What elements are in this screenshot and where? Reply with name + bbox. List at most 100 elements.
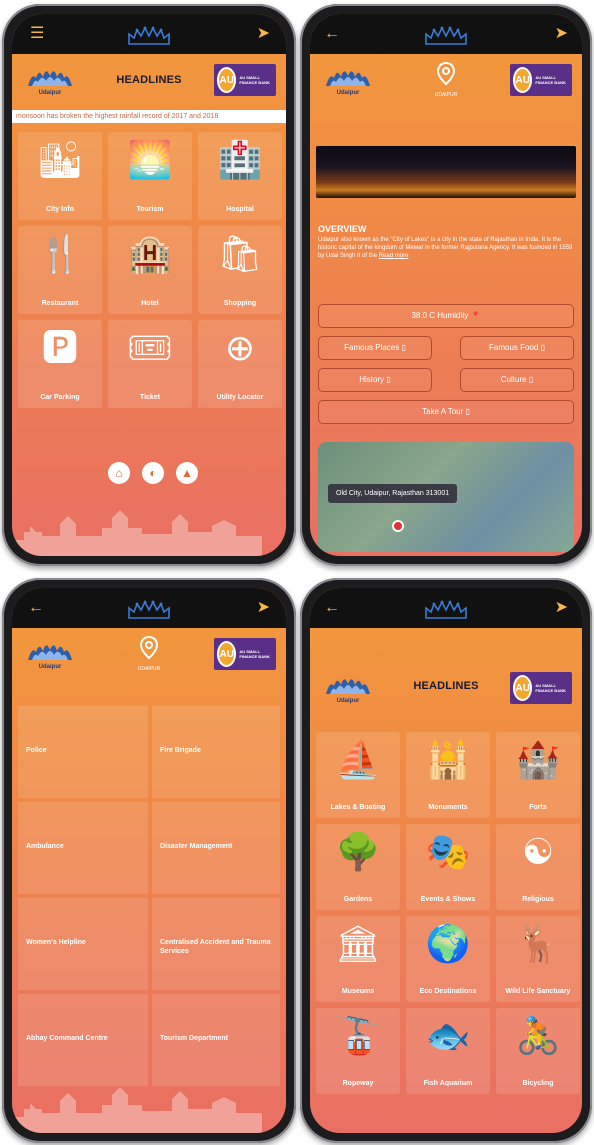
theatre-tile[interactable]: 🎭 Events & Shows [406, 824, 490, 910]
command-centre-label: Abhay Command Centre [26, 1035, 108, 1042]
tile-label: Ropeway [342, 1080, 374, 1087]
tile-label: Monuments [428, 804, 468, 811]
deer-tile[interactable]: 🦌 Wild Life Sanctuary [496, 916, 580, 1002]
sponsor-badge[interactable]: AU AU SMALL FINANCE BANK [510, 672, 572, 704]
brand-row: Udaipur HEADLINES AU AU SMALL FINANCE BA… [310, 668, 582, 712]
famous-places-button[interactable]: Famous Places ▯ [318, 336, 432, 360]
back-arrow-icon[interactable]: ← [324, 600, 340, 616]
monument-tile[interactable]: 🕌 Monuments [406, 732, 490, 818]
city-logo-text: Udaipur [336, 698, 360, 704]
city-logo: Udaipur [324, 64, 372, 100]
religious-tile[interactable]: ☯ Religious [496, 824, 580, 910]
fire-brigade-item[interactable]: Fire Brigade [152, 706, 280, 798]
city-info-icon: 🏙 [37, 139, 83, 180]
history-label: History [359, 375, 385, 384]
sponsor-badge[interactable]: AU AU SMALL FINANCE BANK [510, 64, 572, 96]
share-icon[interactable]: ➤ [257, 26, 270, 42]
location-pin[interactable]: UDAIPUR [426, 61, 466, 98]
phone-emergency-screen: ← ➤ Udaipur UDAIPUR AU AU SMALL FINANCE … [12, 588, 286, 1133]
back-arrow-icon[interactable]: ← [324, 26, 340, 42]
tile-label: City Info [46, 206, 74, 213]
bicycle-tile[interactable]: 🚴 Bicycling [496, 1008, 580, 1094]
culture-label: Culture [500, 375, 527, 384]
car-parking-tile[interactable]: 🅿 Car Parking [18, 320, 102, 408]
museum-tile[interactable]: 🏛 Museums [316, 916, 400, 1002]
news-ticker[interactable]: monsoon has broken the highest rainfall … [12, 110, 286, 123]
app-logo-icon [423, 598, 469, 622]
home-round-icon[interactable]: ⌂ [108, 462, 130, 484]
city-logo-icon [324, 64, 372, 90]
car-parking-icon: 🅿 [41, 327, 78, 368]
dish-round-icon[interactable]: ◐ [142, 462, 164, 484]
hospital-tile[interactable]: 🏥 Hospital [198, 132, 282, 220]
sponsor-badge[interactable]: AU AU SMALL FINANCE BANK [214, 64, 276, 96]
phone-city-info: ← ➤ Udaipur UDAIPUR AU AU SMALL FINANCE … [300, 4, 592, 566]
tile-label: Events & Shows [420, 896, 476, 903]
tile-label: Museums [341, 988, 375, 995]
city-logo: Udaipur [26, 638, 74, 674]
ticket-tile[interactable]: 🎟 Ticket [108, 320, 192, 408]
au-logo-icon: AU [217, 67, 237, 93]
share-icon[interactable]: ➤ [555, 26, 568, 42]
overview-body: Udaipur also known as the "City of Lakes… [318, 237, 573, 259]
city-skyline [12, 1083, 262, 1133]
tile-label: Restaurant [41, 300, 79, 307]
trauma-services-label: Centralised Accident and Trauma Services [160, 939, 271, 955]
ropeway-tile[interactable]: 🚡 Ropeway [316, 1008, 400, 1094]
location-pin-icon [436, 61, 456, 86]
deer-icon: 🦌 [515, 923, 561, 964]
tourism-tile[interactable]: 🌅 Tourism [108, 132, 192, 220]
lake-tile[interactable]: ⛵ Lakes & Boating [316, 732, 400, 818]
womens-helpline-item[interactable]: Women's Helpline [18, 898, 148, 990]
phone-tourism-screen: ← ➤ Udaipur HEADLINES AU AU SMALL FINANC… [310, 588, 582, 1133]
trauma-services-item[interactable]: Centralised Accident and Trauma Services [152, 898, 280, 990]
city-info-tile[interactable]: 🏙 City Info [18, 132, 102, 220]
au-logo-icon: AU [513, 67, 533, 93]
restaurant-tile[interactable]: 🍴 Restaurant [18, 226, 102, 314]
share-icon[interactable]: ➤ [555, 600, 568, 616]
map-view[interactable]: Old City, Udaipur, Rajasthan 313001 [318, 442, 574, 552]
shopping-icon: 🛍 [217, 233, 263, 274]
phone-city-info-screen: ← ➤ Udaipur UDAIPUR AU AU SMALL FINANCE … [310, 14, 582, 556]
culture-button[interactable]: Culture ▯ [460, 368, 574, 392]
building-round-icon[interactable]: ▲ [176, 462, 198, 484]
disaster-management-item[interactable]: Disaster Management [152, 802, 280, 894]
famous-food-button[interactable]: Famous Food ▯ [460, 336, 574, 360]
tile-label: Ticket [139, 394, 161, 401]
share-icon[interactable]: ➤ [257, 600, 270, 616]
disaster-management-label: Disaster Management [160, 843, 233, 850]
tile-label: Lakes & Boating [330, 804, 386, 811]
monument-icon: 🕌 [425, 739, 471, 780]
app-logo-icon [126, 598, 172, 622]
location-pin[interactable]: UDAIPUR [129, 635, 169, 672]
utility-locator-tile[interactable]: ⊕ Utility Locator [198, 320, 282, 408]
take-a-tour-button[interactable]: Take A Tour ▯ [318, 400, 574, 424]
weather-pin-icon: 📍 [470, 311, 481, 320]
hotel-icon: 🏨 [127, 233, 173, 274]
brand-row: Udaipur HEADLINES AU AU SMALL FINANCE BA… [12, 60, 286, 104]
tile-label: Eco Destinations [419, 988, 477, 995]
garden-tile[interactable]: 🌳 Gardens [316, 824, 400, 910]
ambulance-item[interactable]: Ambulance [18, 802, 148, 894]
hospital-icon: 🏥 [217, 139, 263, 180]
hotel-tile[interactable]: 🏨 Hotel [108, 226, 192, 314]
fort-tile[interactable]: 🏰 Forts [496, 732, 580, 818]
eco-tile[interactable]: 🌍 Eco Destinations [406, 916, 490, 1002]
menu-icon[interactable]: ☰ [30, 26, 44, 42]
tile-label: Gardens [343, 896, 373, 903]
weather-button[interactable]: 38.0 C Humidity 📍 [318, 304, 574, 328]
sponsor-text: AU SMALL FINANCE BANK [535, 75, 566, 85]
sponsor-badge[interactable]: AU AU SMALL FINANCE BANK [214, 638, 276, 670]
map-marker-icon[interactable] [392, 520, 404, 532]
shopping-tile[interactable]: 🛍 Shopping [198, 226, 282, 314]
utility-locator-icon: ⊕ [224, 327, 256, 368]
command-centre-item[interactable]: Abhay Command Centre [18, 994, 148, 1086]
eco-icon: 🌍 [425, 923, 471, 964]
tourism-department-item[interactable]: Tourism Department [152, 994, 280, 1086]
tile-label: Shopping [223, 300, 257, 307]
police-item[interactable]: Police [18, 706, 148, 798]
history-button[interactable]: History ▯ [318, 368, 432, 392]
aquarium-tile[interactable]: 🐟 Fish Aquarium [406, 1008, 490, 1094]
back-arrow-icon[interactable]: ← [28, 600, 44, 616]
read-more-link[interactable]: Read more [379, 253, 409, 259]
